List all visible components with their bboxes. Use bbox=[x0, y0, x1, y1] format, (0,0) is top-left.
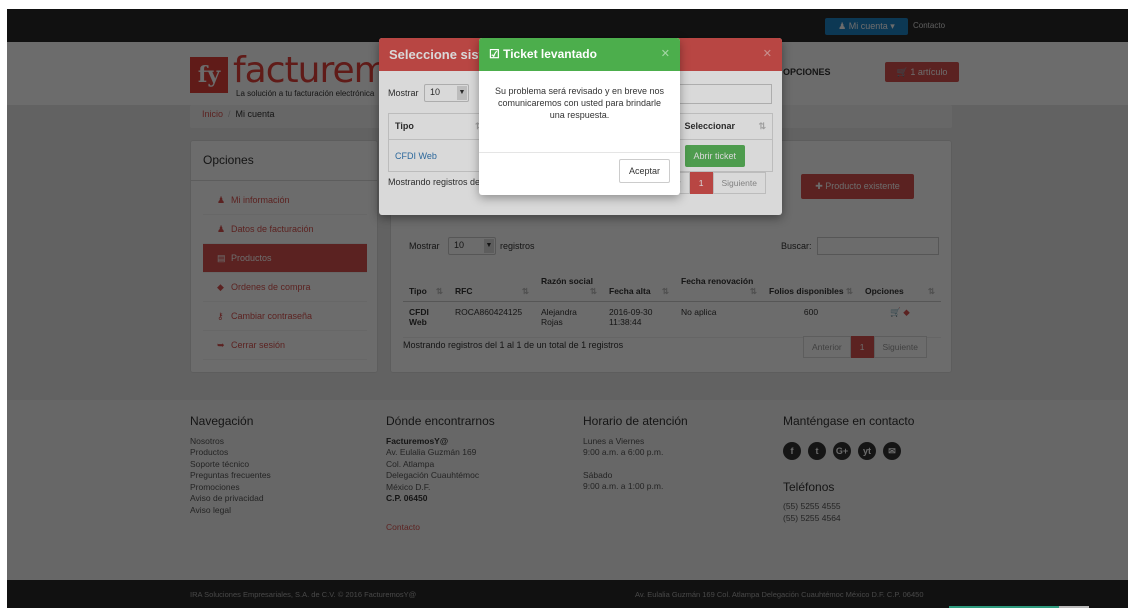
ticket-raised-header: ☑ Ticket levantado bbox=[479, 38, 680, 71]
close-icon[interactable]: ✕ bbox=[661, 47, 670, 60]
ticket-raised-modal: ☑ Ticket levantado ✕ Su problema será re… bbox=[479, 38, 680, 195]
check-square-icon: ☑ bbox=[489, 47, 504, 61]
ticket-raised-title: Ticket levantado bbox=[503, 47, 597, 61]
page: ♟ Mi cuenta ▾ Contacto fy facturemos La … bbox=[7, 9, 1128, 608]
ticket-message: Su problema será revisado y en breve nos… bbox=[479, 71, 680, 153]
accept-button[interactable]: Aceptar bbox=[618, 159, 670, 183]
